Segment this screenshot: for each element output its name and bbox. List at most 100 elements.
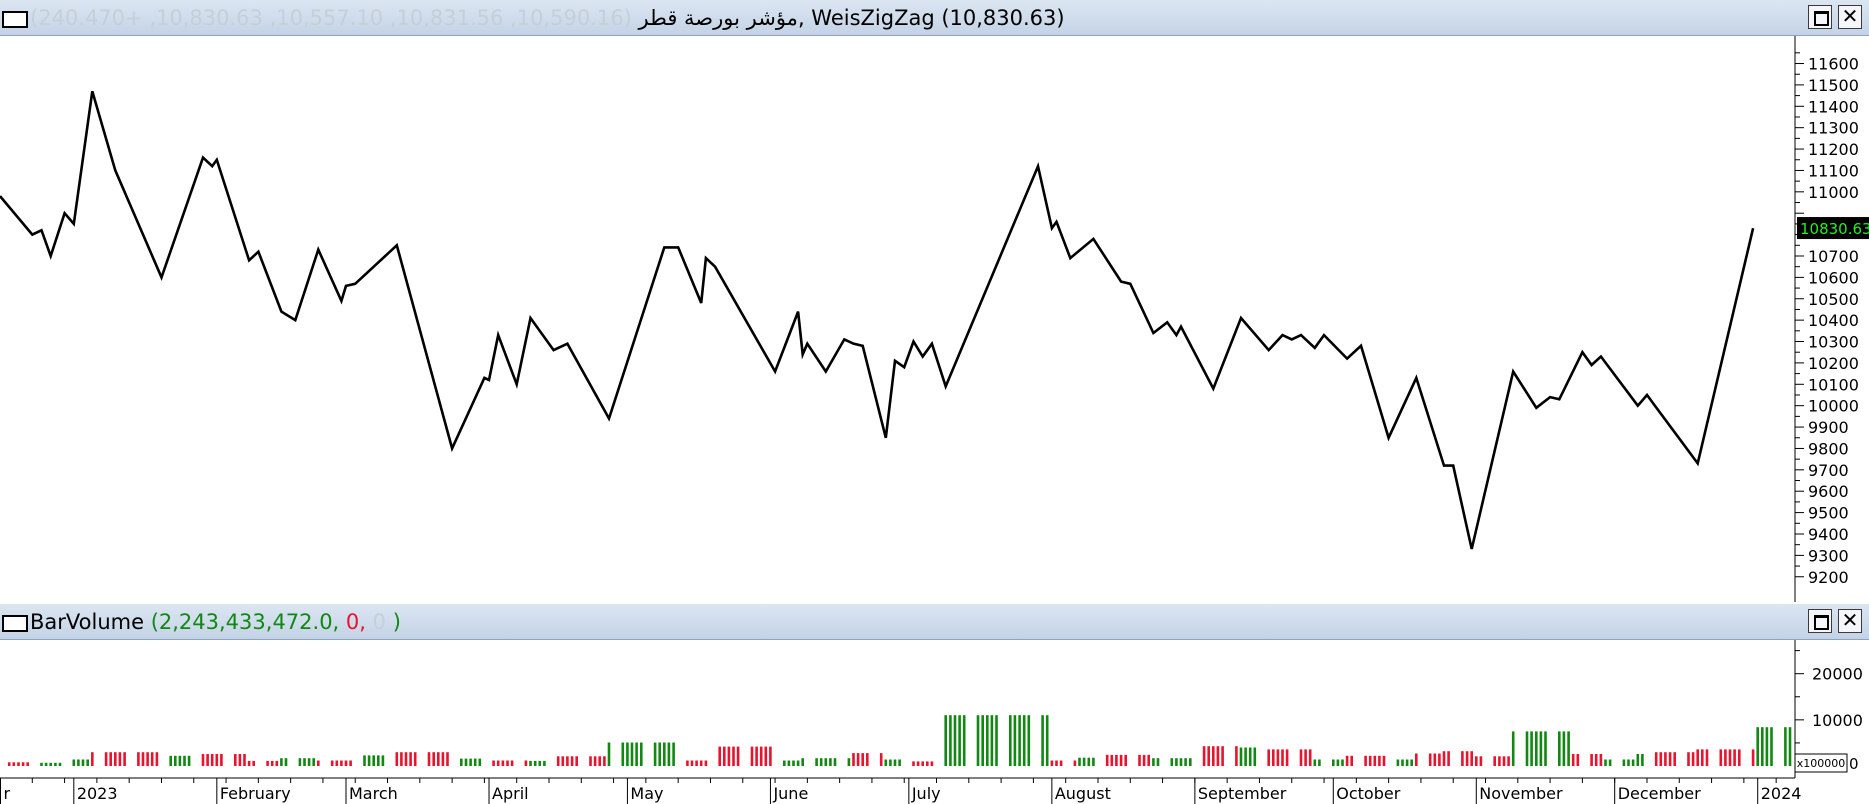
volume-bar bbox=[1511, 731, 1515, 766]
month-label: June bbox=[772, 784, 808, 803]
window-icon[interactable] bbox=[2, 615, 28, 632]
volume-bar bbox=[1599, 754, 1603, 766]
volume-bar bbox=[1341, 759, 1344, 766]
volume-bar bbox=[201, 754, 205, 766]
volume-bar bbox=[446, 752, 449, 766]
price-line-group bbox=[0, 90, 1755, 550]
volume-bar bbox=[796, 760, 800, 766]
volume-bar bbox=[912, 761, 915, 766]
volume-bar bbox=[1562, 731, 1566, 766]
volume-bar bbox=[898, 759, 901, 766]
volume-bar bbox=[736, 746, 740, 766]
volume-bar bbox=[1465, 751, 1469, 766]
volume-bar bbox=[496, 760, 500, 766]
volume-bar bbox=[317, 760, 320, 766]
volume-bar bbox=[234, 754, 237, 766]
month-label: March bbox=[349, 784, 398, 803]
volume-bar bbox=[1179, 758, 1183, 766]
close-button[interactable]: ✕ bbox=[1838, 609, 1862, 633]
volume-bar bbox=[464, 758, 468, 766]
volume-bar bbox=[1571, 754, 1575, 766]
volume-bar bbox=[312, 758, 315, 766]
volume-bar bbox=[104, 752, 108, 766]
volume-bar bbox=[178, 755, 182, 766]
volume-bar bbox=[1041, 715, 1044, 766]
volume-bar bbox=[1382, 755, 1386, 766]
volume-bar bbox=[1364, 755, 1367, 766]
volume-bar bbox=[460, 758, 463, 766]
volume-bar bbox=[787, 760, 791, 766]
month-label: r bbox=[4, 784, 11, 803]
volume-paren-open: ( bbox=[144, 610, 159, 634]
volume-bar bbox=[409, 752, 412, 766]
volume-bar bbox=[1567, 731, 1570, 766]
volume-bar bbox=[155, 752, 159, 766]
price-tick-label: 10200 bbox=[1808, 354, 1859, 373]
volume-bar bbox=[118, 752, 122, 766]
volume-bar bbox=[1701, 749, 1704, 766]
volume-bar bbox=[630, 742, 634, 766]
volume-bar bbox=[307, 758, 311, 766]
volume-bar bbox=[819, 758, 823, 766]
volume-bar bbox=[44, 762, 48, 766]
volume-value: 2,243,433,472.0, bbox=[158, 610, 340, 634]
volume-bar bbox=[1479, 756, 1483, 766]
volume-bar bbox=[764, 746, 768, 766]
close-icon: ✕ bbox=[1841, 608, 1859, 632]
volume-bar bbox=[26, 762, 29, 766]
volume-bar bbox=[1285, 749, 1289, 766]
volume-bar bbox=[510, 760, 514, 766]
month-label: December bbox=[1618, 784, 1701, 803]
volume-bar bbox=[672, 742, 675, 766]
volume-bar bbox=[879, 753, 883, 766]
volume-bar bbox=[1696, 749, 1699, 766]
volume-bar bbox=[91, 752, 94, 766]
volume-bar bbox=[404, 752, 408, 766]
volume-bar bbox=[1368, 755, 1372, 766]
price-tick-label: 11100 bbox=[1808, 161, 1859, 180]
volume-chart[interactable]: 10000 20000 r 2023 February March April May Jun… bbox=[0, 640, 1869, 804]
volume-bar bbox=[1622, 759, 1626, 766]
price-chart[interactable]: 9200 9300 9400 9500 9600 9700 9800 9900 10000 101… bbox=[0, 36, 1869, 602]
volume-bar bbox=[54, 762, 57, 766]
volume-bar bbox=[206, 754, 209, 766]
volume-bar bbox=[437, 752, 440, 766]
volume-bar bbox=[640, 742, 643, 766]
volume-bar bbox=[1009, 715, 1012, 766]
window-icon[interactable] bbox=[2, 11, 28, 28]
volume-bar bbox=[1576, 754, 1580, 766]
volume-bar bbox=[653, 742, 657, 766]
volume-bar bbox=[506, 760, 509, 766]
maximize-button[interactable] bbox=[1808, 5, 1832, 29]
price-axis: 9200 9300 9400 9500 9600 9700 9800 9900 10000 101… bbox=[1794, 36, 1859, 602]
volume-value-2: 0, bbox=[339, 610, 366, 634]
volume-bar bbox=[413, 752, 417, 766]
price-tick-label: 11200 bbox=[1808, 140, 1859, 159]
volume-bar bbox=[395, 752, 399, 766]
volume-bar bbox=[1525, 731, 1529, 766]
volume-bar bbox=[1082, 757, 1086, 766]
volume-bar bbox=[1105, 754, 1109, 766]
volume-bar bbox=[893, 759, 897, 766]
volume-bar bbox=[926, 761, 929, 766]
volume-bar bbox=[852, 753, 855, 766]
volume-bar bbox=[1433, 753, 1437, 766]
volume-bar bbox=[275, 760, 279, 766]
zigzag-line bbox=[0, 90, 1755, 550]
volume-bar bbox=[1170, 758, 1174, 766]
volume-bar bbox=[252, 760, 255, 766]
close-button[interactable]: ✕ bbox=[1838, 5, 1862, 29]
volume-bar bbox=[1308, 749, 1312, 766]
volume-bar bbox=[889, 759, 892, 766]
month-label: May bbox=[630, 784, 663, 803]
volume-bar bbox=[1373, 755, 1377, 766]
volume-bar bbox=[1202, 746, 1206, 766]
maximize-button[interactable] bbox=[1808, 609, 1832, 633]
volume-bar bbox=[1733, 749, 1736, 766]
volume-bar bbox=[529, 760, 532, 766]
volume-bar bbox=[492, 760, 495, 766]
volume-bar bbox=[976, 715, 980, 766]
volume-bar bbox=[921, 761, 924, 766]
volume-bar bbox=[695, 760, 698, 766]
volume-bar bbox=[1124, 754, 1127, 766]
